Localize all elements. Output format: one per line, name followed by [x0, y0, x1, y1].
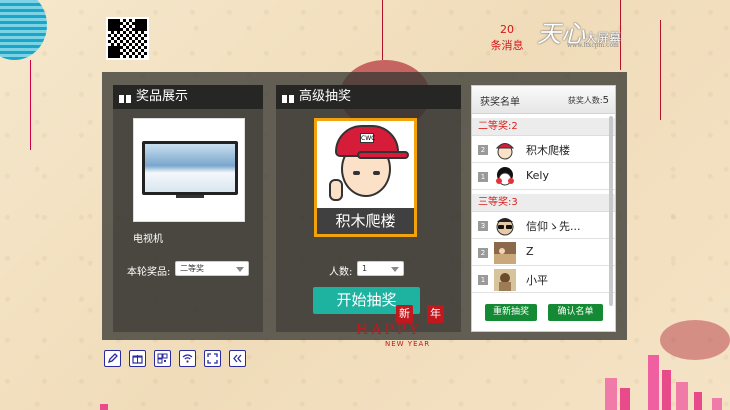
- winner-name: 积木爬楼: [526, 144, 570, 157]
- chevron-down-icon: [236, 267, 244, 272]
- cap-logo: CWC: [360, 133, 376, 143]
- message-count: 20: [500, 23, 514, 36]
- new-year-text: NEW YEAR: [385, 340, 431, 348]
- rank-badge: 3: [478, 221, 488, 231]
- rank-badge: 2: [478, 145, 488, 155]
- happy-text: HAPPY: [356, 322, 422, 338]
- winner-name: Kely: [526, 169, 549, 182]
- confirm-list-button[interactable]: 确认名单: [548, 304, 603, 321]
- qrcode-icon[interactable]: [154, 350, 171, 367]
- brand-logo: 天心大屏幕 www.ltxcpm.com: [537, 20, 622, 49]
- tier-header: 三等奖:3: [472, 194, 615, 212]
- list-item[interactable]: 1 Kely: [472, 163, 615, 190]
- winners-count: 获奖人数:5: [567, 95, 609, 106]
- round-prize-label: 本轮奖品:: [127, 267, 171, 278]
- winners-header: 获奖名单 获奖人数:5: [472, 86, 615, 114]
- decor-line: [30, 60, 31, 150]
- count-label: 人数:: [329, 267, 353, 278]
- avatar: [494, 215, 516, 237]
- rank-badge: 2: [478, 248, 488, 258]
- seal-stamp: 新: [396, 305, 413, 323]
- winner-name: 信仰ゝ先...: [526, 220, 581, 233]
- avatar: [494, 139, 516, 161]
- avatar: [494, 269, 516, 291]
- winners-scrollbar[interactable]: [609, 116, 613, 306]
- current-candidate-card: CWC 积木爬楼: [314, 118, 417, 237]
- decor-line: [382, 0, 383, 60]
- prize-name: 电视机: [133, 234, 163, 245]
- lottery-panel-header: 高级抽奖: [276, 85, 461, 109]
- prize-image: [133, 118, 245, 222]
- decor-line: [660, 20, 661, 120]
- rank-badge: 1: [478, 275, 488, 285]
- prize-panel-title: 奖品展示: [136, 89, 189, 104]
- building-decoration: [648, 355, 659, 410]
- qrcode[interactable]: [106, 17, 149, 60]
- candidate-name: 积木爬楼: [317, 208, 414, 234]
- building-decoration: [676, 382, 688, 410]
- rank-badge: 1: [478, 172, 488, 182]
- prize-panel-header: 奖品展示: [113, 85, 263, 109]
- avatar: [494, 242, 516, 264]
- winner-name: 小平: [526, 274, 548, 287]
- winners-title: 获奖名单: [480, 97, 520, 108]
- building-decoration: [605, 378, 617, 410]
- lottery-panel-title: 高级抽奖: [299, 89, 352, 104]
- building-decoration: [620, 388, 630, 410]
- reset-lottery-button[interactable]: 重新抽奖: [485, 304, 537, 321]
- building-decoration: [662, 370, 671, 410]
- seal-stamp: 年: [427, 305, 444, 323]
- list-item[interactable]: 2 Z: [472, 239, 615, 266]
- list-item[interactable]: 3 信仰ゝ先...: [472, 212, 615, 239]
- round-prize-select[interactable]: 二等奖: [175, 261, 249, 276]
- tv-image: [142, 141, 238, 195]
- count-select[interactable]: 1: [357, 261, 404, 276]
- list-item[interactable]: 2 积木爬楼: [472, 136, 615, 163]
- message-counter[interactable]: 20 条消息: [487, 22, 527, 54]
- building-decoration: [694, 392, 702, 410]
- gift-icon: [282, 91, 294, 103]
- building-decoration: [100, 404, 108, 410]
- avatar: [494, 166, 516, 188]
- building-decoration: [712, 398, 722, 410]
- gift-icon[interactable]: [129, 350, 146, 367]
- chevron-down-icon: [391, 267, 399, 272]
- edit-icon[interactable]: [104, 350, 121, 367]
- list-item[interactable]: 1 小平: [472, 266, 615, 293]
- wifi-icon[interactable]: [179, 350, 196, 367]
- message-label: 条消息: [490, 39, 524, 52]
- tier-header: 二等奖:2: [472, 118, 615, 136]
- fullscreen-icon[interactable]: [204, 350, 221, 367]
- brush-decoration: [660, 320, 730, 360]
- winner-name: Z: [526, 245, 534, 258]
- collapse-icon[interactable]: [229, 350, 246, 367]
- gift-icon: [119, 91, 131, 103]
- winners-panel: 获奖名单 获奖人数:5 二等奖:2 2 积木爬楼 1 Kely 三等奖:3 3 …: [471, 85, 616, 332]
